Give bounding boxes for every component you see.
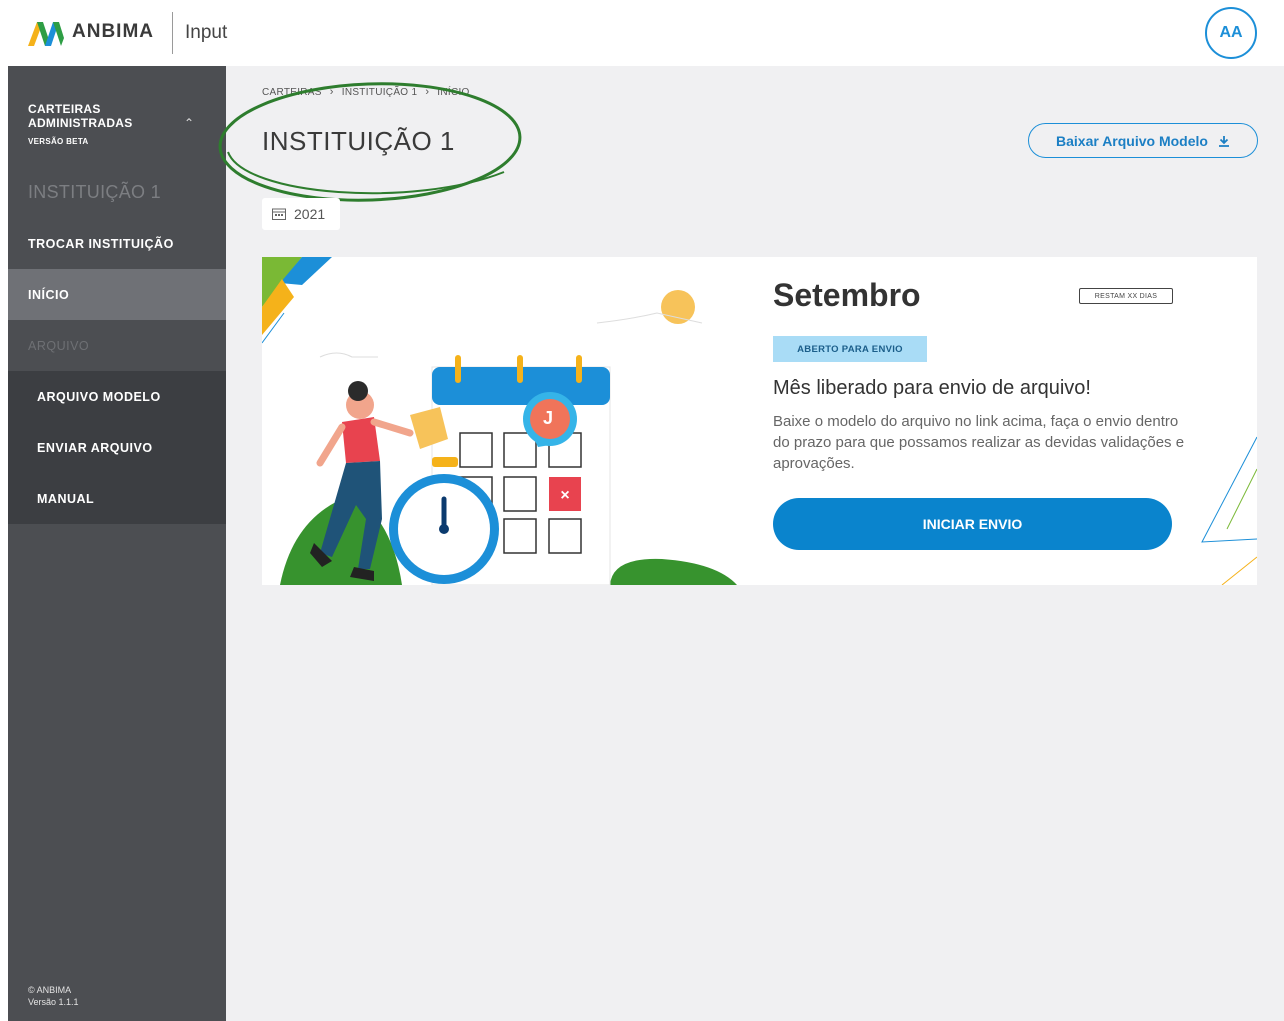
- sidebar-item-arquivo[interactable]: ARQUIVO: [8, 320, 226, 371]
- download-button-label: Baixar Arquivo Modelo: [1056, 132, 1208, 149]
- status-badge: ABERTO PARA ENVIO: [773, 336, 927, 362]
- sidebar-item-label: ENVIAR ARQUIVO: [37, 440, 153, 455]
- year-selector[interactable]: 2021: [262, 198, 340, 230]
- sidebar-section-title: CARTEIRAS ADMINISTRADAS: [28, 102, 133, 130]
- sidebar-footer: © ANBIMA Versão 1.1.1: [28, 984, 79, 1008]
- sidebar-item-trocar-instituicao[interactable]: TROCAR INSTITUIÇÃO: [8, 218, 226, 269]
- start-upload-button[interactable]: INICIAR ENVIO: [773, 498, 1172, 550]
- header-divider: [172, 12, 173, 54]
- product-name: Input: [185, 22, 228, 43]
- chevron-up-icon[interactable]: ⌃: [184, 116, 194, 130]
- sidebar-item-arquivo-modelo[interactable]: ARQUIVO MODELO: [8, 371, 226, 422]
- download-template-button[interactable]: Baixar Arquivo Modelo: [1028, 123, 1258, 158]
- svg-text:×: ×: [560, 487, 569, 504]
- copyright-text: © ANBIMA: [28, 985, 72, 995]
- month-title: Setembro: [773, 277, 921, 313]
- sidebar-item-label: MANUAL: [37, 491, 95, 506]
- sidebar-item-enviar-arquivo[interactable]: ENVIAR ARQUIVO: [8, 422, 226, 473]
- calendar-icon: [272, 208, 286, 220]
- pin-avatar-letter: J: [543, 408, 554, 428]
- sidebar-submenu: ARQUIVO MODELO ENVIAR ARQUIVO MANUAL: [8, 371, 226, 524]
- remaining-days-badge: RESTAM XX DIAS: [1079, 288, 1173, 304]
- card-description: Baixe o modelo do arquivo no link acima,…: [773, 413, 1185, 472]
- sidebar-item-label: TROCAR INSTITUIÇÃO: [28, 236, 174, 251]
- month-status-card: × J Setembro RESTAM XX DIAS ABERTO PARA …: [262, 257, 1257, 585]
- annotation-ellipse: [218, 82, 522, 202]
- sidebar-item-label: INÍCIO: [28, 287, 70, 302]
- sidebar: CARTEIRAS ADMINISTRADAS VERSÃO BETA ⌃ IN…: [8, 66, 226, 1021]
- sidebar-item-label: ARQUIVO: [28, 338, 90, 353]
- card-headline: Mês liberado para envio de arquivo!: [773, 377, 1091, 399]
- sidebar-section-header[interactable]: CARTEIRAS ADMINISTRADAS VERSÃO BETA ⌃: [8, 66, 226, 166]
- main-content: CARTEIRAS › INSTITUIÇÃO 1 › INÍCIO INSTI…: [218, 66, 1284, 1021]
- download-icon: [1218, 135, 1229, 147]
- sidebar-item-manual[interactable]: MANUAL: [8, 473, 226, 524]
- beta-badge: VERSÃO BETA: [28, 137, 89, 146]
- brand-name: ANBIMA: [72, 21, 154, 42]
- sidebar-item-label: ARQUIVO MODELO: [37, 389, 161, 404]
- version-text: Versão 1.1.1: [28, 997, 79, 1007]
- top-bar: ANBIMA Input AA: [0, 0, 1284, 66]
- sidebar-item-inicio[interactable]: INÍCIO: [8, 269, 226, 320]
- anbima-logo-icon[interactable]: [28, 20, 64, 46]
- user-avatar[interactable]: AA: [1205, 7, 1257, 59]
- sidebar-institution-name: INSTITUIÇÃO 1: [28, 182, 161, 202]
- year-value: 2021: [294, 206, 326, 222]
